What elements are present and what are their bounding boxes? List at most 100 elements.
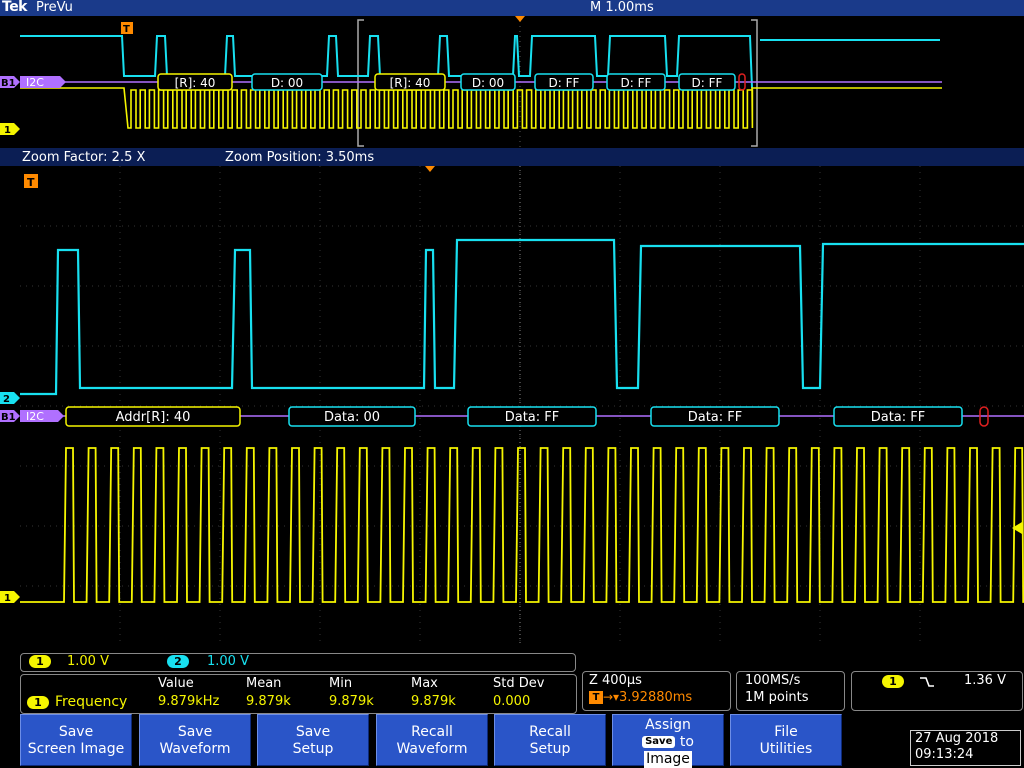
button-line2: Waveform [396, 741, 468, 757]
overview-decode-label: D: FF [621, 76, 652, 90]
overview-decode-label: D: 00 [472, 76, 504, 90]
meas-header-min: Min [329, 676, 353, 691]
horizontal-readout[interactable]: Z 400µs T →▾ 3.92880ms [582, 671, 731, 711]
decode-label: Data: FF [688, 410, 743, 425]
button-line2: Utilities [759, 741, 813, 757]
zoom-scale: Z 400µs [589, 673, 642, 688]
overview-decode-packet: D: FF [678, 73, 736, 91]
meas-header-mean: Mean [246, 676, 282, 691]
decode-packet: Data: 00 [288, 406, 416, 427]
svg-text:2: 2 [3, 394, 10, 405]
overview-channel-markers: B1 1 [0, 76, 20, 136]
svg-text:B1: B1 [1, 78, 16, 89]
save-screen-image-button[interactable]: Save Screen Image [20, 714, 132, 766]
button-mid-text: to [679, 734, 694, 750]
meas-source-badge: 1 [27, 696, 49, 709]
zoom-info-bar [0, 148, 1024, 167]
zoom-decode-row: I2C Addr[R]: 40 Data: 00 Data: FF Data: FF Da… [20, 406, 989, 427]
save-setup-button[interactable]: Save Setup [257, 714, 369, 766]
meas-header-stddev: Std Dev [493, 676, 545, 691]
decode-label: Data: 00 [324, 410, 380, 425]
decode-packet: Data: FF [650, 406, 780, 427]
file-utilities-button[interactable]: File Utilities [730, 714, 842, 766]
overview-decode-label: D: 00 [271, 76, 303, 90]
sample-rate: 100MS/s [745, 673, 801, 688]
decode-label: Addr[R]: 40 [116, 410, 191, 425]
measurement-panel[interactable]: Value Mean Min Max Std Dev 1 Frequency 9… [20, 674, 577, 714]
trigger-marker-icon: T [24, 174, 38, 189]
trigger-level: 1.36 V [964, 673, 1006, 688]
meas-header-value: Value [158, 676, 194, 691]
trigger-readout[interactable]: 1 1.36 V [851, 671, 1023, 711]
trigger-position: 3.92880ms [619, 690, 693, 705]
overview-decode-label: [R]: 40 [175, 76, 216, 90]
decode-label: Data: FF [505, 410, 560, 425]
meas-mean: 9.879k [246, 694, 291, 709]
svg-text:I2C: I2C [26, 410, 44, 423]
button-line1: Save [177, 724, 213, 740]
decode-packet: Addr[R]: 40 [65, 406, 241, 427]
falling-edge-icon [920, 677, 934, 687]
svg-text:I2C: I2C [26, 76, 44, 89]
bus-label: I2C [20, 410, 64, 423]
overview-decode-label: [R]: 40 [390, 76, 431, 90]
save-key-icon: Save [642, 736, 676, 748]
bus-b1-marker-icon[interactable]: B1 [0, 76, 20, 89]
button-line2: Screen Image [27, 741, 125, 757]
acquisition-readout[interactable]: 100MS/s 1M points [736, 671, 845, 711]
button-line2: Waveform [159, 741, 231, 757]
meas-stddev: 0.000 [493, 694, 531, 709]
record-length: 1M points [745, 690, 809, 705]
meas-header-max: Max [411, 676, 438, 691]
overview-bus-label: I2C [20, 76, 66, 89]
zoom-position: Zoom Position: 3.50ms [225, 150, 375, 165]
meas-max: 9.879k [411, 694, 456, 709]
assign-save-button[interactable]: Assign Save to Image [612, 714, 724, 768]
meas-value: 9.879kHz [158, 694, 220, 709]
zoom-waveform-panel[interactable]: I2C Addr[R]: 40 Data: 00 Data: FF Data: FF Da… [0, 166, 1024, 652]
decode-packet: Data: FF [467, 406, 597, 427]
button-mid: Save to [613, 734, 723, 751]
svg-text:1: 1 [4, 125, 11, 136]
datetime-readout: 27 Aug 2018 09:13:24 [910, 730, 1021, 766]
trigger-marker-icon: T [121, 22, 133, 35]
ch2-scale[interactable]: 1.00 V [207, 654, 249, 669]
button-line1: Recall [529, 724, 571, 740]
button-line2: Image [644, 751, 692, 768]
meas-name: Frequency [55, 694, 128, 710]
save-waveform-button[interactable]: Save Waveform [139, 714, 251, 766]
button-line2: Setup [292, 741, 334, 757]
time: 09:13:24 [915, 747, 974, 762]
overview-waveform-panel[interactable]: T I2C [R]: 40 D: 00 [R]: 40 D: 00 D: FF D: FF D… [20, 16, 1024, 148]
decode-packet: Data: FF [833, 406, 963, 427]
date: 27 Aug 2018 [915, 731, 999, 746]
button-line1: Assign [645, 717, 691, 733]
ch1-scale[interactable]: 1.00 V [67, 654, 109, 669]
button-line1: Recall [411, 724, 453, 740]
recall-setup-button[interactable]: Recall Setup [494, 714, 606, 766]
trigger-source-badge: 1 [882, 675, 904, 688]
trigger-position-icon: T [589, 691, 603, 704]
overview-decode-label: D: FF [692, 76, 723, 90]
button-line1: Save [58, 724, 94, 740]
overview-decode-label: D: FF [549, 76, 580, 90]
zoom-factor: Zoom Factor: 2.5 X [22, 150, 146, 165]
channel-scale-bar[interactable]: 1 1.00 V 2 1.00 V [20, 653, 576, 672]
acquisition-mode: PreVu [36, 0, 73, 15]
overview-decode-packet: [R]: 40 [374, 73, 446, 91]
svg-text:T: T [27, 176, 35, 189]
overview-decode-packet: [R]: 40 [157, 73, 233, 91]
meas-min: 9.879k [329, 694, 374, 709]
ch1-marker-icon[interactable]: 1 [0, 123, 20, 136]
overview-decode-packet: D: FF [606, 73, 666, 91]
trigger-marker-label: T [123, 24, 130, 35]
ch2-badge: 2 [167, 655, 189, 668]
recall-waveform-button[interactable]: Recall Waveform [376, 714, 488, 766]
overview-decode-packet: D: FF [534, 73, 594, 91]
overview-decode-packet: D: 00 [460, 73, 516, 91]
svg-text:B1: B1 [1, 412, 16, 423]
ch1-badge: 1 [29, 655, 51, 668]
svg-text:1: 1 [4, 593, 11, 604]
button-line1: Save [295, 724, 331, 740]
status-bar [0, 0, 1024, 16]
